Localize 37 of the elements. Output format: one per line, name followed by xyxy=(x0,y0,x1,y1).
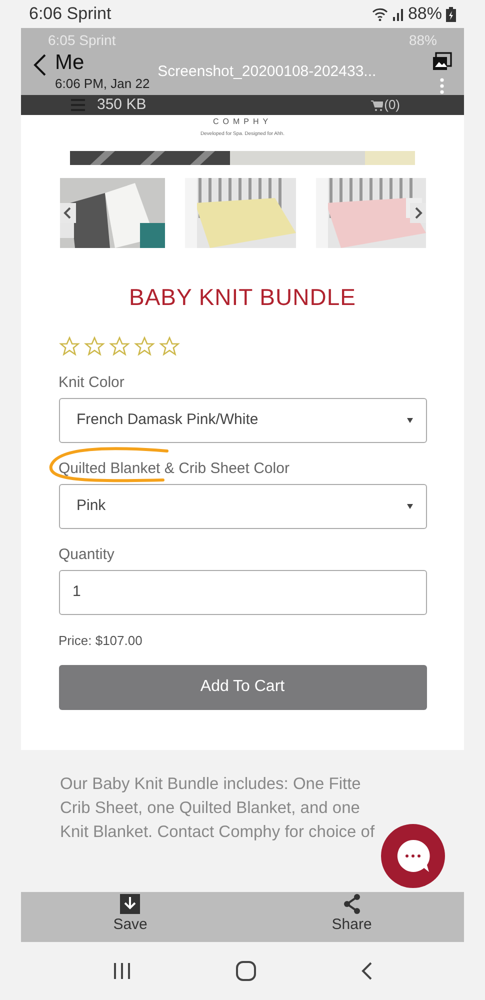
description-line: Knit Blanket. Contact Comphy for choice of xyxy=(60,822,375,842)
description-line: Our Baby Knit Bundle includes: One Fitte xyxy=(60,774,361,794)
field-label: Quantity xyxy=(58,546,116,563)
battery-icon xyxy=(446,6,456,22)
timestamp: 6:06 PM, Jan 22 xyxy=(55,77,150,90)
logo-text: COMPHY xyxy=(212,116,272,128)
home-icon[interactable] xyxy=(236,961,256,981)
file-size: 350 KB xyxy=(97,94,146,115)
field-label: Knit Color xyxy=(58,374,126,391)
gallery-icon[interactable] xyxy=(432,52,452,72)
recent-apps-icon[interactable] xyxy=(112,962,130,980)
wifi-icon xyxy=(372,8,388,20)
add-to-cart-button[interactable]: Add To Cart xyxy=(58,664,426,710)
cart-count[interactable]: (0) xyxy=(384,95,400,115)
file-name: Screenshot_20200108-202433... xyxy=(158,64,378,79)
input-field[interactable]: 1 xyxy=(58,570,426,615)
share-icon xyxy=(342,894,362,914)
save-button[interactable]: Save xyxy=(113,894,148,932)
product-title: BABY KNIT BUNDLE xyxy=(128,282,356,312)
chat-icon xyxy=(396,839,430,873)
back-icon[interactable] xyxy=(33,54,47,76)
sender-name: Me xyxy=(55,52,86,73)
signal-icon xyxy=(392,8,404,20)
battery-percent: 88% xyxy=(408,3,442,26)
share-button[interactable]: Share xyxy=(332,894,372,932)
description-line: Crib Sheet, one Quilted Blanket, and one xyxy=(60,798,360,818)
cart-icon[interactable] xyxy=(371,100,384,110)
caret-icon xyxy=(406,504,412,509)
price-text: Price: $107.00 xyxy=(58,632,144,650)
field-label: Quilted Blanket & Crib Sheet Color xyxy=(58,460,290,477)
chevron-left-icon[interactable] xyxy=(60,202,76,222)
dropdown[interactable]: French Damask Pink/White xyxy=(58,398,426,443)
caret-icon xyxy=(406,418,412,423)
status-time: 6:06 Sprint xyxy=(29,3,112,26)
back-icon[interactable] xyxy=(360,962,372,980)
dropdown[interactable]: Pink xyxy=(58,484,426,529)
download-icon xyxy=(120,894,140,914)
